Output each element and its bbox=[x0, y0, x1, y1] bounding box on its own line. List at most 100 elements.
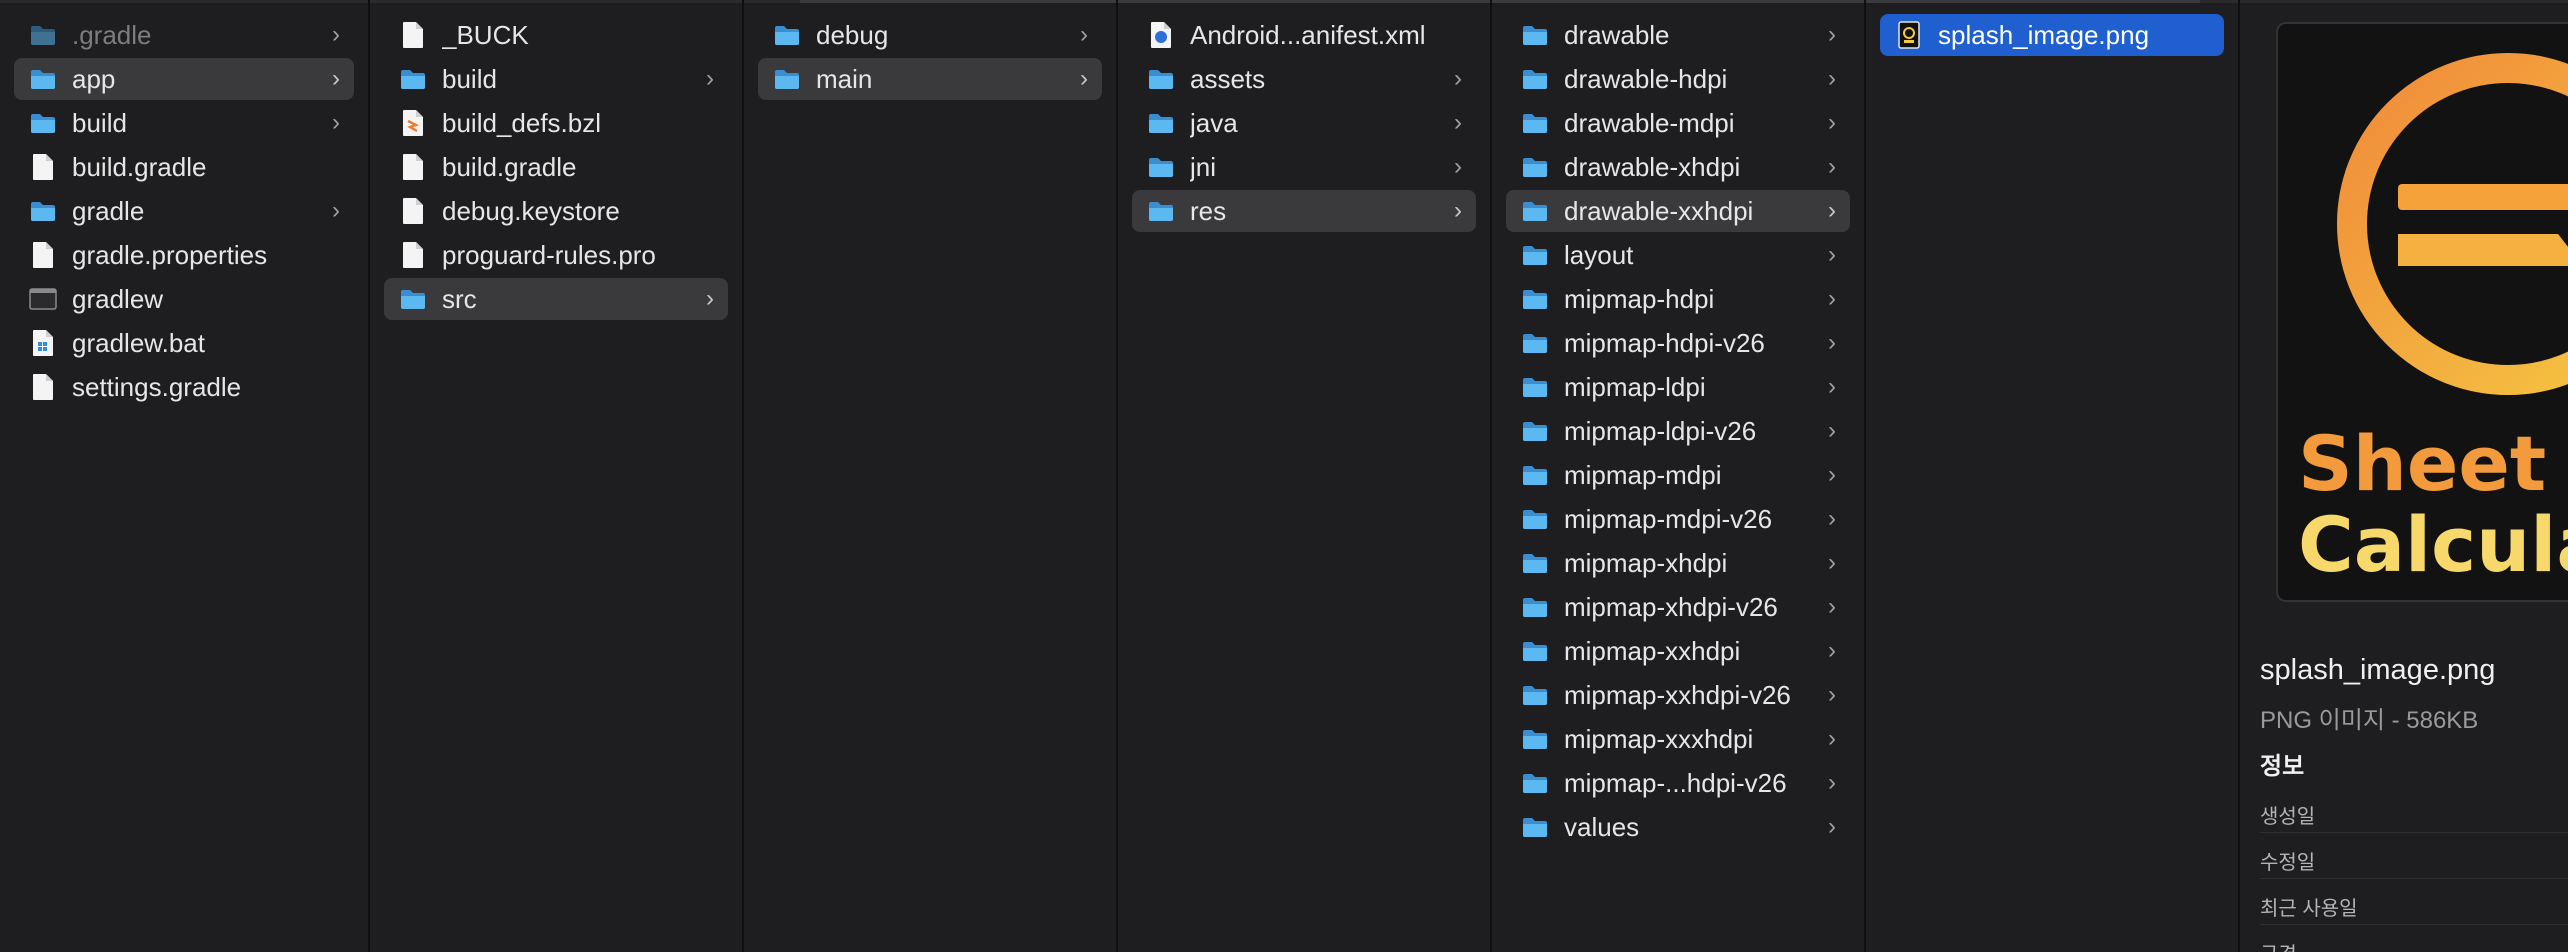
folder-item[interactable]: mipmap-xhdpi › bbox=[1506, 542, 1850, 584]
folder-item[interactable]: drawable › bbox=[1506, 14, 1850, 56]
item-label: mipmap-xxhdpi bbox=[1564, 635, 1741, 666]
document-icon bbox=[398, 241, 428, 269]
folder-item[interactable]: drawable-xhdpi › bbox=[1506, 146, 1850, 188]
folder-item[interactable]: mipmap-mdpi-v26 › bbox=[1506, 498, 1850, 540]
terminal-icon bbox=[28, 285, 58, 313]
file-item[interactable]: build.gradle bbox=[384, 146, 728, 188]
item-label: Android...anifest.xml bbox=[1190, 19, 1426, 50]
folder-icon bbox=[1520, 21, 1550, 49]
folder-item[interactable]: res › bbox=[1132, 190, 1476, 232]
folder-item[interactable]: app › bbox=[14, 58, 354, 100]
folder-item[interactable]: gradle › bbox=[14, 190, 354, 232]
folder-item[interactable]: layout › bbox=[1506, 234, 1850, 276]
meta-label: 규격 bbox=[2260, 938, 2297, 952]
chevron-right-icon: › bbox=[1454, 197, 1462, 224]
item-label: drawable bbox=[1564, 19, 1670, 50]
folder-icon bbox=[398, 285, 428, 313]
folder-icon bbox=[772, 65, 802, 93]
meta-label: 생성일 bbox=[2260, 806, 2316, 828]
item-label: build_defs.bzl bbox=[442, 107, 601, 138]
item-label: mipmap-xxxhdpi bbox=[1564, 723, 1754, 754]
column-5[interactable]: drawable › drawable-hdpi › drawable-mdpi › dra… bbox=[1492, 0, 1866, 952]
document-icon bbox=[28, 241, 58, 269]
logo-title-line-2: Calculat bbox=[2298, 500, 2568, 589]
chevron-right-icon: › bbox=[1828, 549, 1836, 576]
folder-item[interactable]: mipmap-...hdpi-v26 › bbox=[1506, 762, 1850, 804]
folder-item[interactable]: mipmap-mdpi › bbox=[1506, 454, 1850, 496]
folder-icon bbox=[1146, 197, 1176, 225]
file-item[interactable]: gradle.properties bbox=[14, 234, 354, 276]
folder-item[interactable]: build › bbox=[14, 102, 354, 144]
chevron-right-icon: › bbox=[1828, 153, 1836, 180]
item-label: build.gradle bbox=[72, 151, 207, 182]
folder-item[interactable]: mipmap-xhdpi-v26 › bbox=[1506, 586, 1850, 628]
folder-item[interactable]: java › bbox=[1132, 102, 1476, 144]
folder-item[interactable]: assets › bbox=[1132, 58, 1476, 100]
file-item[interactable]: build_defs.bzl bbox=[384, 102, 728, 144]
folder-item[interactable]: main › bbox=[758, 58, 1102, 100]
document-icon bbox=[28, 153, 58, 181]
chevron-right-icon: › bbox=[332, 21, 340, 48]
meta-last-opened: 최근 사용일 bbox=[2260, 880, 2568, 925]
file-item[interactable]: debug.keystore bbox=[384, 190, 728, 232]
file-item[interactable]: splash_image.png bbox=[1880, 14, 2224, 56]
column-6[interactable]: splash_image.png bbox=[1866, 0, 2240, 952]
document-icon bbox=[398, 153, 428, 181]
folder-icon bbox=[1520, 373, 1550, 401]
item-label: java bbox=[1190, 107, 1238, 138]
column-browser: .gradle › app › build › build.gradle gradle › gra… bbox=[0, 0, 2568, 952]
folder-icon bbox=[1520, 329, 1550, 357]
folder-item[interactable]: src › bbox=[384, 278, 728, 320]
file-item[interactable]: settings.gradle bbox=[14, 366, 354, 408]
file-item[interactable]: proguard-rules.pro bbox=[384, 234, 728, 276]
chevron-right-icon: › bbox=[1828, 725, 1836, 752]
file-item[interactable]: Android...anifest.xml bbox=[1132, 14, 1476, 56]
folder-item[interactable]: drawable-mdpi › bbox=[1506, 102, 1850, 144]
chevron-right-icon: › bbox=[1454, 65, 1462, 92]
folder-item[interactable]: mipmap-xxhdpi › bbox=[1506, 630, 1850, 672]
folder-icon bbox=[1520, 241, 1550, 269]
chevron-right-icon: › bbox=[706, 285, 714, 312]
chevron-right-icon: › bbox=[1828, 197, 1836, 224]
folder-item[interactable]: mipmap-ldpi-v26 › bbox=[1506, 410, 1850, 452]
item-label: app bbox=[72, 63, 116, 94]
column-4[interactable]: Android...anifest.xml assets › java › jni › res… bbox=[1118, 0, 1492, 952]
item-label: build.gradle bbox=[442, 151, 577, 182]
column-2[interactable]: _BUCK build › build_defs.bzl build.gradle deb… bbox=[370, 0, 744, 952]
item-label: layout bbox=[1564, 239, 1634, 270]
item-label: mipmap-xxhdpi-v26 bbox=[1564, 679, 1791, 710]
file-item[interactable]: gradlew.bat bbox=[14, 322, 354, 364]
folder-item[interactable]: mipmap-hdpi › bbox=[1506, 278, 1850, 320]
folder-item[interactable]: debug › bbox=[758, 14, 1102, 56]
meta-label: 최근 사용일 bbox=[2260, 898, 2358, 920]
item-label: mipmap-hdpi-v26 bbox=[1564, 327, 1765, 358]
folder-icon bbox=[1520, 197, 1550, 225]
column-3[interactable]: debug › main › bbox=[744, 0, 1118, 952]
folder-item[interactable]: jni › bbox=[1132, 146, 1476, 188]
folder-item[interactable]: build › bbox=[384, 58, 728, 100]
file-item[interactable]: gradlew bbox=[14, 278, 354, 320]
folder-item[interactable]: mipmap-xxhdpi-v26 › bbox=[1506, 674, 1850, 716]
folder-item[interactable]: drawable-xxhdpi › bbox=[1506, 190, 1850, 232]
file-item[interactable]: build.gradle bbox=[14, 146, 354, 188]
item-label: drawable-mdpi bbox=[1564, 107, 1735, 138]
chevron-right-icon: › bbox=[1828, 681, 1836, 708]
preview-file-name: splash_image.png bbox=[2260, 654, 2496, 686]
folder-item[interactable]: mipmap-hdpi-v26 › bbox=[1506, 322, 1850, 364]
folder-item[interactable]: mipmap-xxxhdpi › bbox=[1506, 718, 1850, 760]
folder-item[interactable]: .gradle › bbox=[14, 14, 354, 56]
folder-item[interactable]: drawable-hdpi › bbox=[1506, 58, 1850, 100]
item-label: drawable-xxhdpi bbox=[1564, 195, 1754, 226]
chevron-right-icon: › bbox=[1454, 153, 1462, 180]
item-label: splash_image.png bbox=[1938, 19, 2150, 50]
item-label: gradle bbox=[72, 195, 145, 226]
column-1[interactable]: .gradle › app › build › build.gradle gradle › gra… bbox=[0, 0, 370, 952]
item-label: settings.gradle bbox=[72, 371, 242, 402]
file-item[interactable]: _BUCK bbox=[384, 14, 728, 56]
folder-item[interactable]: mipmap-ldpi › bbox=[1506, 366, 1850, 408]
folder-icon bbox=[1146, 109, 1176, 137]
folder-item[interactable]: values › bbox=[1506, 806, 1850, 848]
item-label: mipmap-xhdpi-v26 bbox=[1564, 591, 1778, 622]
item-label: debug bbox=[816, 19, 889, 50]
chevron-right-icon: › bbox=[1828, 417, 1836, 444]
